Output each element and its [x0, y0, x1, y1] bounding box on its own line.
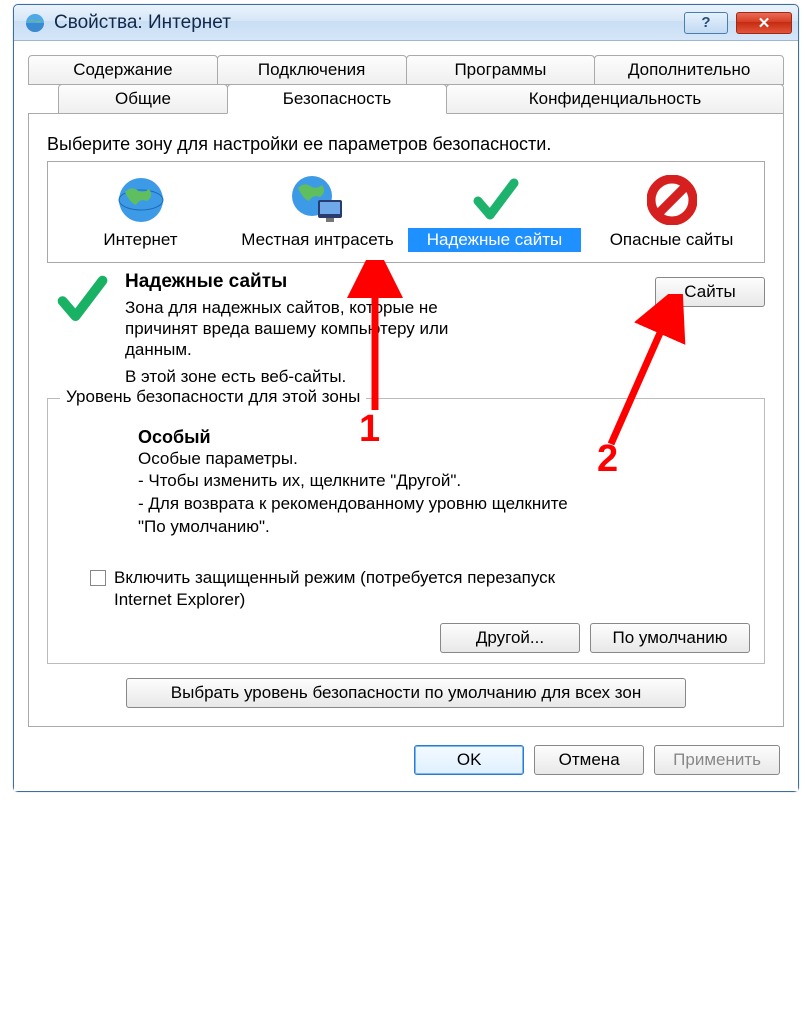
group-legend: Уровень безопасности для этой зоны [60, 387, 366, 407]
checkmark-icon [53, 271, 111, 329]
internet-options-icon [24, 12, 46, 34]
tab-general[interactable]: Общие [58, 84, 228, 114]
level-title: Особый [138, 427, 750, 448]
zone-restricted[interactable]: Опасные сайты [583, 170, 760, 254]
tab-programs[interactable]: Программы [406, 55, 596, 85]
level-line3: - Для возврата к рекомендованному уровню… [138, 493, 598, 539]
tabs-row-front: Общие Безопасность Конфиденциальность [28, 84, 784, 114]
client-area: Содержание Подключения Программы Дополни… [14, 41, 798, 791]
protected-mode-row[interactable]: Включить защищенный режим (потребуется п… [90, 567, 750, 611]
zone-label: Местная интрасеть [231, 228, 404, 252]
tab-content[interactable]: Содержание [28, 55, 218, 85]
help-button[interactable]: ? [684, 12, 728, 34]
tab-connections[interactable]: Подключения [217, 55, 407, 85]
protected-mode-checkbox[interactable] [90, 570, 106, 586]
zone-label: Интернет [54, 228, 227, 252]
title-bar[interactable]: Свойства: Интернет ? ✕ [14, 5, 798, 41]
apply-button[interactable]: Применить [654, 745, 780, 775]
window-title: Свойства: Интернет [54, 12, 676, 34]
zone-label: Надежные сайты [408, 228, 581, 252]
tabs-row-back: Содержание Подключения Программы Дополни… [28, 55, 784, 85]
zone-internet[interactable]: Интернет [52, 170, 229, 254]
zone-desc-body: Зона для надежных сайтов, которые не при… [125, 297, 515, 361]
cancel-button[interactable]: Отмена [534, 745, 644, 775]
zone-picker[interactable]: Интернет Местная интрасеть [47, 161, 765, 263]
dialog-buttons: OK Отмена Применить [28, 745, 784, 779]
zone-select-heading: Выберите зону для настройки ее параметро… [47, 134, 765, 155]
sites-button[interactable]: Сайты [655, 277, 765, 307]
zone-desc-note: В этой зоне есть веб-сайты. [125, 366, 515, 387]
checkmark-icon [408, 172, 581, 228]
zone-description: Надежные сайты Зона для надежных сайтов,… [53, 271, 765, 388]
internet-options-window: Свойства: Интернет ? ✕ Содержание Подклю… [13, 4, 799, 792]
zone-intranet[interactable]: Местная интрасеть [229, 170, 406, 254]
zone-label: Опасные сайты [585, 228, 758, 252]
globe-icon [54, 172, 227, 228]
tab-advanced[interactable]: Дополнительно [594, 55, 784, 85]
zone-desc-title: Надежные сайты [125, 271, 641, 293]
level-line2: - Чтобы изменить их, щелкните "Другой". [138, 470, 598, 493]
protected-mode-label: Включить защищенный режим (потребуется п… [114, 567, 584, 611]
security-tab-page: Выберите зону для настройки ее параметро… [28, 113, 784, 727]
custom-level-button[interactable]: Другой... [440, 623, 580, 653]
default-level-button[interactable]: По умолчанию [590, 623, 750, 653]
zone-trusted[interactable]: Надежные сайты [406, 170, 583, 254]
tab-privacy[interactable]: Конфиденциальность [446, 84, 784, 114]
globe-monitor-icon [231, 172, 404, 228]
tab-security[interactable]: Безопасность [227, 84, 447, 114]
reset-all-zones-button[interactable]: Выбрать уровень безопасности по умолчани… [126, 678, 686, 708]
security-level-group: Уровень безопасности для этой зоны Особы… [47, 398, 765, 665]
close-button[interactable]: ✕ [736, 12, 792, 34]
prohibited-icon [585, 172, 758, 228]
ok-button[interactable]: OK [414, 745, 524, 775]
level-line1: Особые параметры. [138, 448, 598, 471]
